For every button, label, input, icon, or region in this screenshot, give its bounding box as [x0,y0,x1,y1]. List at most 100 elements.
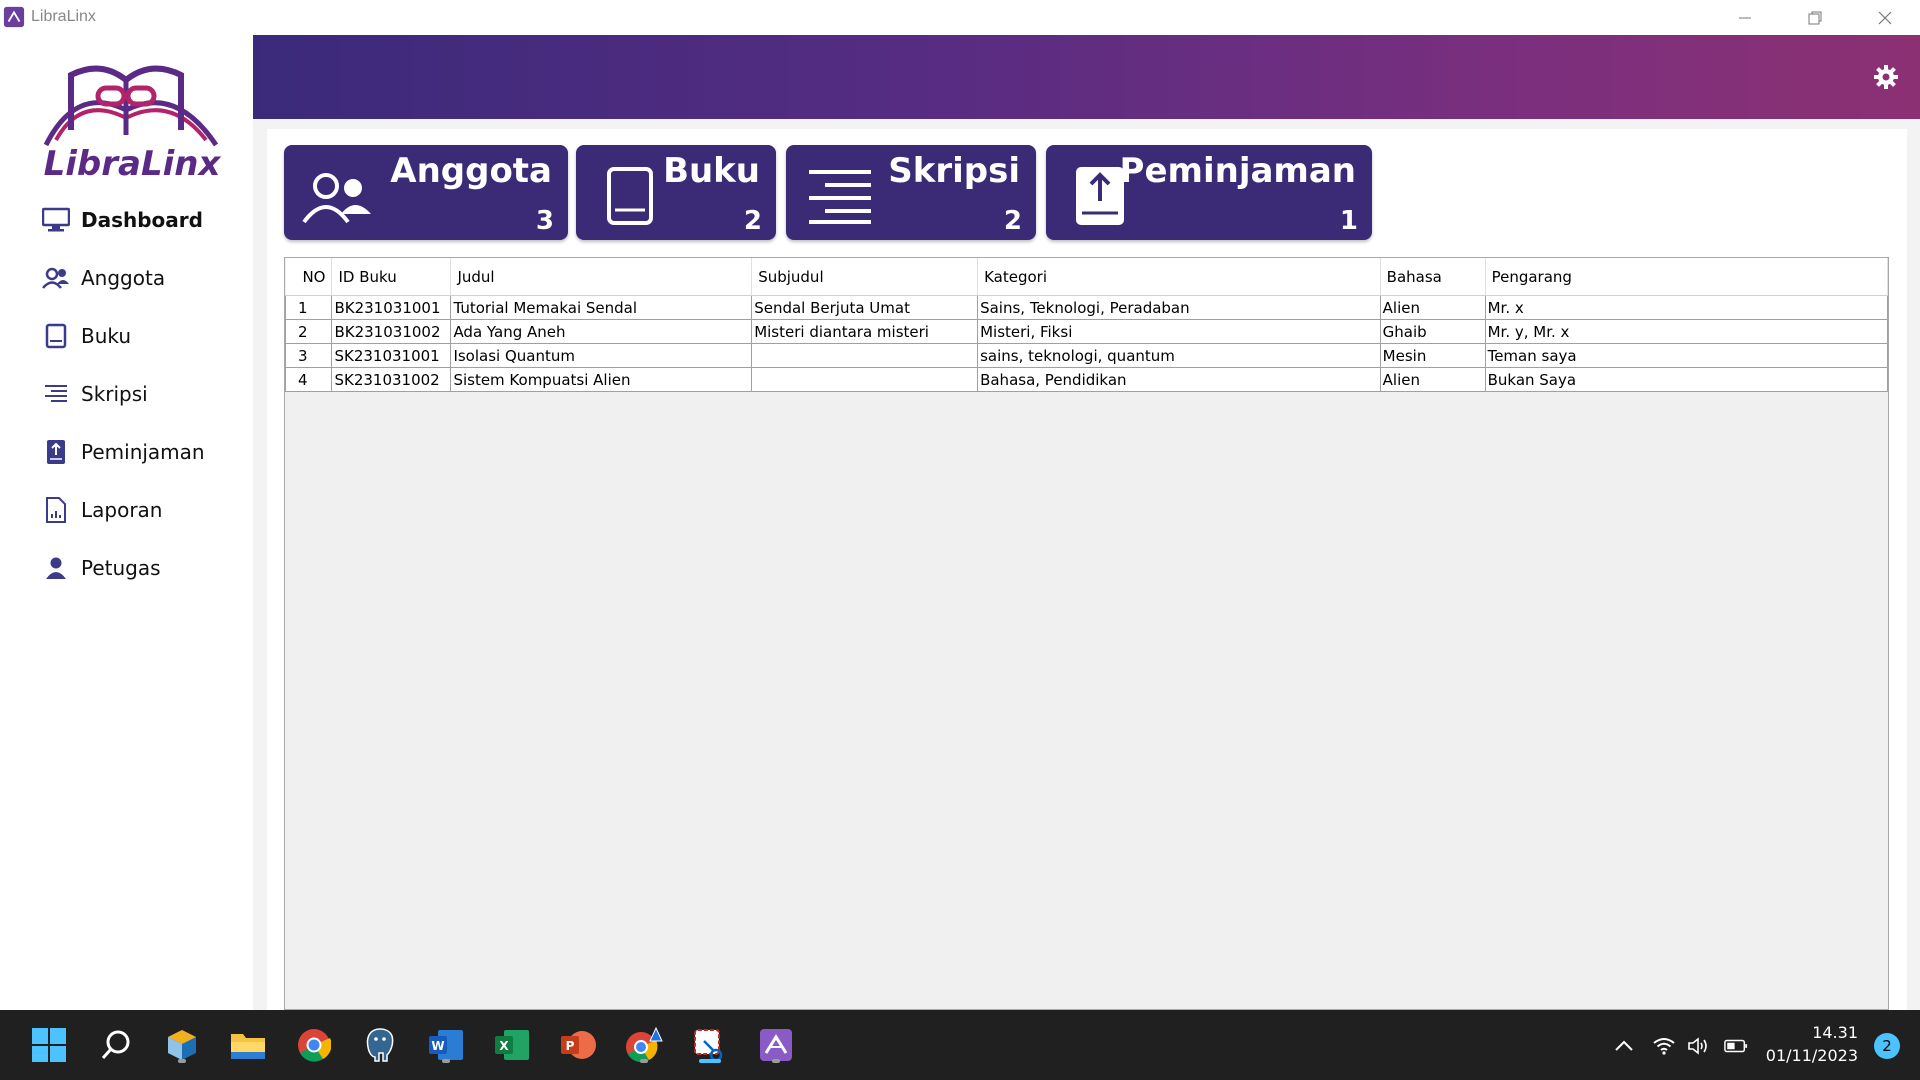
table-cell: Sistem Kompuatsi Alien [450,367,753,392]
column-header-no[interactable]: NO [285,258,333,296]
card-count: 2 [743,206,762,236]
volume-icon [1688,1037,1707,1055]
file-explorer-icon [231,1034,265,1059]
sidebar-item-label: Anggota [81,266,166,290]
column-header-subjudul[interactable]: Subjudul [751,258,979,296]
wifi-icon [1653,1038,1675,1055]
sidebar-item-anggota[interactable]: Anggota [40,258,165,298]
taskbar-snipping-tool[interactable] [688,1023,732,1067]
card-title: Peminjaman [1119,151,1356,191]
table-cell: Bahasa, Pendidikan [977,367,1381,392]
card-count: 1 [1339,206,1358,236]
logo-text: LibraLinx [44,144,222,180]
table-header-row: NO ID Buku Judul Subjudul Kategori Bahas… [285,258,1889,296]
users-icon [300,163,376,229]
table-cell: Tutorial Memakai Sendal [450,295,753,320]
chevron-up-icon [1615,1040,1633,1051]
upload-book-icon [40,436,72,468]
table-cell: Misteri, Fiksi [977,319,1381,344]
card-title: Buku [663,151,760,191]
table-cell: Mr. y, Mr. x [1484,319,1889,344]
table-cell: Teman saya [1484,343,1889,368]
sidebar: LibraLinx Dashboard Anggota Buku Skripsi… [0,35,253,1010]
start-button[interactable] [27,1023,71,1067]
table-row[interactable]: 2 BK231031002 Ada Yang Aneh Misteri dian… [284,319,1889,344]
notification-badge[interactable]: 2 [1874,1033,1900,1059]
taskbar-word[interactable]: W [424,1023,468,1067]
taskbar-chrome-dev[interactable] [622,1023,666,1067]
table-row[interactable]: 1 BK231031001 Tutorial Memakai Sendal Se… [284,295,1889,320]
sidebar-item-peminjaman[interactable]: Peminjaman [40,432,205,472]
sidebar-item-label: Laporan [81,498,163,522]
card-anggota[interactable]: Anggota 3 [284,145,568,240]
minimize-button[interactable] [1710,0,1780,35]
card-skripsi[interactable]: Skripsi 2 [786,145,1036,240]
table-cell: BK231031002 [331,319,452,344]
table-cell: Sendal Berjuta Umat [751,295,979,320]
table-cell: 1 [284,295,333,320]
powerpoint-icon: P [561,1031,596,1059]
table-cell: Misteri diantara misteri [751,319,979,344]
table-row[interactable]: 3 SK231031001 Isolasi Quantum sains, tek… [284,343,1889,368]
running-indicator [640,1059,648,1063]
sidebar-item-laporan[interactable]: Laporan [40,490,162,530]
taskbar-clock[interactable]: 14.31 01/11/2023 [1766,1021,1858,1067]
column-header-kategori[interactable]: Kategori [977,258,1381,296]
sidebar-item-buku[interactable]: Buku [40,316,131,356]
gear-icon [1874,65,1898,89]
sidebar-item-label: Petugas [81,556,161,580]
card-buku[interactable]: Buku 2 [576,145,776,240]
column-header-id-buku[interactable]: ID Buku [331,258,452,296]
lines-icon [802,163,878,229]
table-cell: 2 [284,319,333,344]
column-header-bahasa[interactable]: Bahasa [1380,258,1486,296]
svg-text:P: P [566,1039,575,1053]
data-table: NO ID Buku Judul Subjudul Kategori Bahas… [284,258,1889,392]
taskbar-libralinx[interactable] [754,1023,798,1067]
restore-button[interactable] [1780,0,1850,35]
table-cell: Sains, Teknologi, Peradaban [977,295,1381,320]
table-row[interactable]: 4 SK231031002 Sistem Kompuatsi Alien Bah… [284,367,1889,392]
postgres-icon [366,1028,394,1062]
title-bar: LibraLinx [0,0,1920,35]
sidebar-item-skripsi[interactable]: Skripsi [40,374,148,414]
sidebar-item-petugas[interactable]: Petugas [40,548,161,588]
tray-wifi[interactable] [1652,1034,1676,1058]
chrome-icon [298,1029,331,1062]
snipping-tool-icon [694,1029,723,1062]
books-table[interactable]: NO ID Buku Judul Subjudul Kategori Bahas… [284,257,1889,1010]
table-cell: Ada Yang Aneh [450,319,753,344]
taskbar-virtualbox[interactable] [160,1023,204,1067]
window-title: LibraLinx [31,8,96,25]
sidebar-item-label: Skripsi [81,382,148,406]
taskbar-search[interactable] [94,1023,138,1067]
sidebar-item-dashboard[interactable]: Dashboard [40,200,203,240]
taskbar-excel[interactable]: X [490,1023,534,1067]
table-cell [751,367,979,392]
app-icon [3,6,25,28]
sidebar-item-label: Dashboard [81,208,203,232]
taskbar-powerpoint[interactable]: P [556,1023,600,1067]
column-header-pengarang[interactable]: Pengarang [1485,258,1889,296]
close-button[interactable] [1850,0,1920,35]
tray-volume[interactable] [1686,1034,1710,1058]
table-cell: Bukan Saya [1484,367,1889,392]
taskbar-chrome[interactable] [292,1023,336,1067]
chrome-dev-icon [626,1027,663,1063]
taskbar-postgres[interactable] [358,1023,402,1067]
taskbar-file-explorer[interactable] [226,1023,270,1067]
report-icon [40,494,72,526]
column-header-judul[interactable]: Judul [450,258,753,296]
table-cell: BK231031001 [331,295,452,320]
excel-icon: X [495,1030,529,1060]
book-icon [40,320,72,352]
battery-icon [1724,1039,1748,1053]
table-cell: SK231031001 [331,343,452,368]
tray-battery[interactable] [1724,1034,1748,1058]
tray-overflow-button[interactable] [1612,1034,1636,1058]
running-indicator [178,1059,186,1063]
table-cell: Ghaib [1379,319,1486,344]
card-peminjaman[interactable]: Peminjaman 1 [1046,145,1372,240]
start-icon [32,1028,66,1062]
settings-button[interactable] [1870,61,1902,93]
